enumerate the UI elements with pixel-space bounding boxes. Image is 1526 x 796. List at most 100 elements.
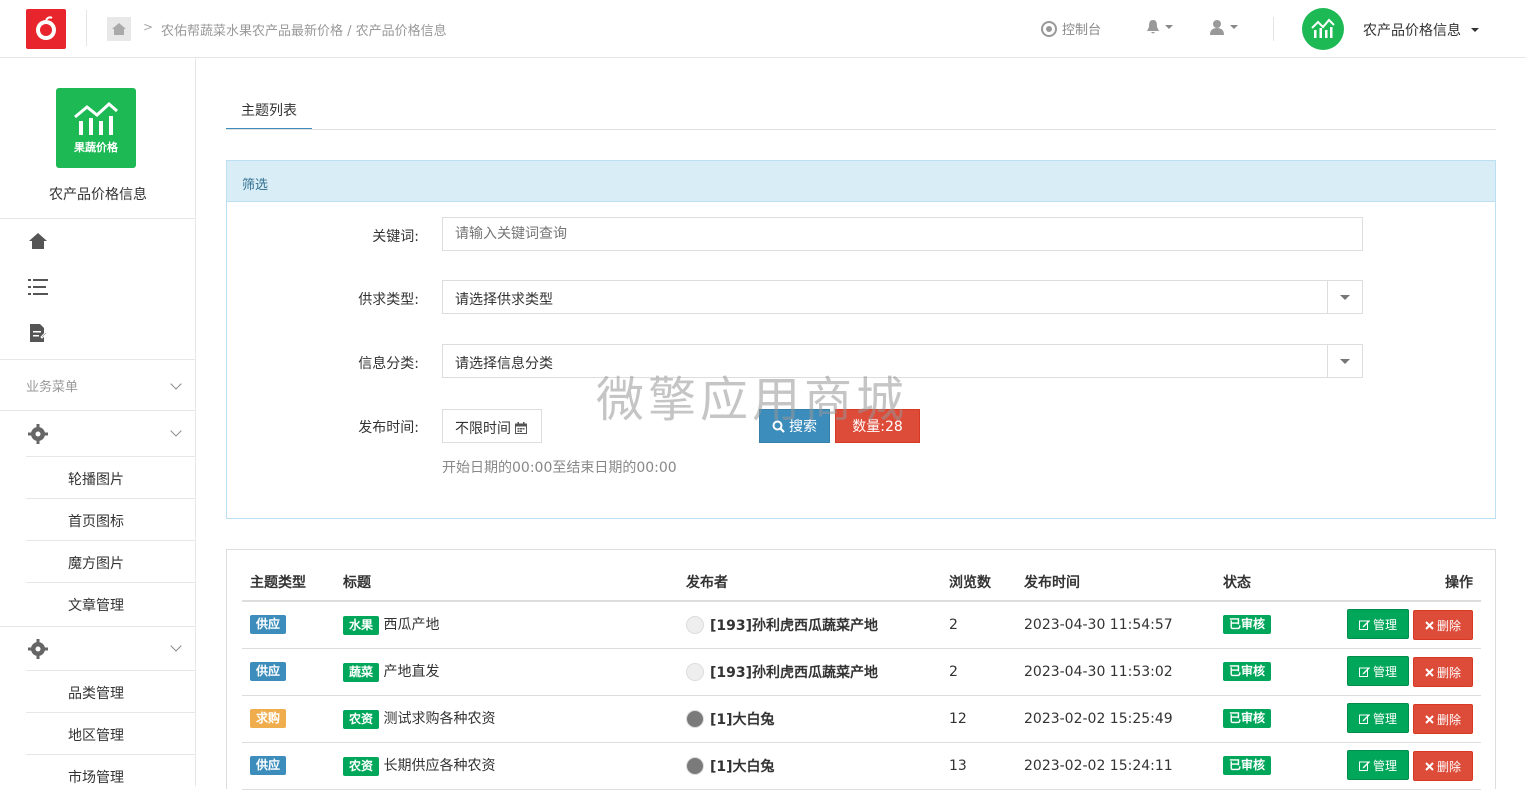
column-header: 标题 [335,563,678,602]
delete-button[interactable]: 删除 [1413,610,1473,641]
sidebar-subitem-markets[interactable]: 市场管理 [26,754,196,796]
sidebar-subitem-home-icons[interactable]: 首页图标 [26,498,196,540]
sidebar-item-label: 参数设置 [78,279,127,294]
supply-type-value: 请选择供求类型 [455,292,553,308]
close-icon [1425,761,1434,771]
topic-type-badge: 供应 [250,756,287,775]
sidebar: 果蔬价格 农产品价格信息 模块首页 参数设置 操作员权限 业务菜单 店铺管理 轮… [0,58,196,786]
topic-title[interactable]: 西瓜产地 [383,617,439,633]
user-menu-dropdown[interactable] [1209,19,1238,35]
sidebar-section-business-menu[interactable]: 业务菜单 [0,363,196,407]
publisher-name[interactable]: [1]大白兔 [710,709,775,729]
views-cell: 13 [941,742,1016,790]
publish-time-cell: 2023-02-02 15:24:11 [1016,742,1215,790]
sidebar-subitem-label: 文章管理 [68,598,124,614]
keyword-input[interactable] [442,217,1363,251]
account-dropdown[interactable]: 农产品价格信息 [1363,20,1479,40]
close-icon [1425,714,1434,724]
app-logo[interactable] [26,9,66,49]
manage-button[interactable]: 管理 [1347,656,1409,686]
category-badge: 水果 [343,616,380,636]
manage-button[interactable]: 管理 [1347,750,1409,780]
sidebar-subitem-label: 地区管理 [68,728,124,744]
search-button-label: 搜索 [789,419,817,435]
views-cell: 2 [941,648,1016,696]
sidebar-item-operator-permissions[interactable]: 操作员权限 [0,311,196,355]
publisher-avatar [686,662,704,681]
sidebar-item-label: 操作员权限 [78,325,139,340]
edit-icon [1358,619,1370,630]
topic-title[interactable]: 长期供应各种农资 [383,758,495,774]
category-select[interactable]: 请选择信息分类 [442,344,1363,378]
topic-type-cell: 供应 [242,601,335,649]
sidebar-subitem-categories[interactable]: 品类管理 [26,670,196,712]
sidebar-subitem-regions[interactable]: 地区管理 [26,712,196,754]
manage-button[interactable]: 管理 [1347,703,1409,733]
sidebar-group-store-management[interactable]: 店铺管理 [0,412,196,456]
topic-title[interactable]: 测试求购各种农资 [383,711,495,727]
fruit-logo-icon [36,16,56,40]
sidebar-group-label: 店铺管理 [78,426,127,441]
publisher-cell: [1]大白兔 [678,742,941,790]
publisher-name[interactable]: [193]孙利虎西瓜蔬菜产地 [710,662,878,682]
notifications-dropdown[interactable] [1146,19,1173,35]
breadcrumb[interactable]: 农佑帮蔬菜水果农产品最新价格 / 农产品价格信息 [161,20,447,39]
manage-button-label: 管理 [1372,664,1397,679]
delete-button[interactable]: 删除 [1413,751,1473,781]
publisher-name[interactable]: [1]大白兔 [710,756,775,776]
topic-type-badge: 供应 [250,662,287,681]
sidebar-subitem-articles[interactable]: 文章管理 [26,582,196,624]
close-icon [1425,621,1434,630]
tab-topic-list[interactable]: 主题列表 [226,98,312,130]
date-range-picker[interactable]: 不限时间 [442,409,542,443]
keyword-label: 关键词: [372,229,419,245]
price-chart-icon [1311,18,1335,38]
dropdown-toggle[interactable] [1327,281,1362,313]
delete-button-label: 删除 [1436,665,1461,680]
sidebar-logo: 果蔬价格 [56,88,136,168]
sidebar-subitem-carousel-images[interactable]: 轮播图片 [26,456,196,498]
dropdown-toggle[interactable] [1327,345,1362,377]
divider [86,10,87,46]
publish-time-cell: 2023-04-30 11:54:57 [1016,601,1215,649]
title-cell: 水果 西瓜产地 [335,601,678,649]
console-label: 控制台 [1062,23,1102,38]
sidebar-group-operations[interactable]: 运营管理 [0,626,196,670]
table-row: 供应 农资 长期供应各种农资 [1]大白兔 13 2023-02-02 15:24:11… [242,742,1481,790]
sidebar-subitem-label: 市场管理 [68,770,124,786]
title-cell: 农资 长期供应各种农资 [335,742,678,790]
sidebar-item-params[interactable]: 参数设置 [0,265,196,309]
topic-table: 主题类型 标题 发布者 浏览数 发布时间 状态 操作 供应 水果 西瓜产地 [193… [242,563,1481,790]
publisher-name[interactable]: [193]孙利虎西瓜蔬菜产地 [710,615,878,635]
delete-button[interactable]: 删除 [1413,657,1473,687]
delete-button[interactable]: 删除 [1413,704,1473,734]
sidebar-subitem-cube-images[interactable]: 魔方图片 [26,540,196,582]
avatar[interactable] [1302,8,1344,50]
supply-type-select[interactable]: 请选择供求类型 [442,280,1363,314]
manage-button-label: 管理 [1372,758,1397,773]
gear-icon [27,423,49,445]
sidebar-item-label: 模块首页 [78,233,127,248]
manage-button-label: 管理 [1372,617,1397,632]
column-header: 主题类型 [242,563,335,602]
manage-button[interactable]: 管理 [1347,609,1409,640]
category-badge: 农资 [343,710,380,729]
home-button[interactable] [107,17,131,41]
divider [1273,17,1274,41]
top-bar: > 农佑帮蔬菜水果农产品最新价格 / 农产品价格信息 控制台 农产品价格信息 [0,0,1526,58]
sidebar-subitem-label: 魔方图片 [68,556,124,572]
account-name: 农产品价格信息 [1363,23,1461,39]
divider [226,129,1496,130]
console-link[interactable]: 控制台 [1041,19,1101,38]
sidebar-item-module-home[interactable]: 模块首页 [0,219,196,263]
search-button[interactable]: 搜索 [759,409,830,443]
manage-button-label: 管理 [1372,711,1397,726]
chevron-down-icon [170,640,182,652]
sidebar-subitem-label: 首页图标 [68,514,124,530]
column-header: 状态 [1215,563,1315,602]
topic-type-cell: 求购 [242,695,335,743]
filter-panel: 筛选 关键词: 供求类型: 请选择供求类型 信息分类: 请选择信息分类 发布时间… [226,160,1496,519]
result-count-badge: 数量:28 [835,409,920,443]
sidebar-logo-text: 果蔬价格 [74,141,118,154]
topic-title[interactable]: 产地直发 [383,664,439,680]
